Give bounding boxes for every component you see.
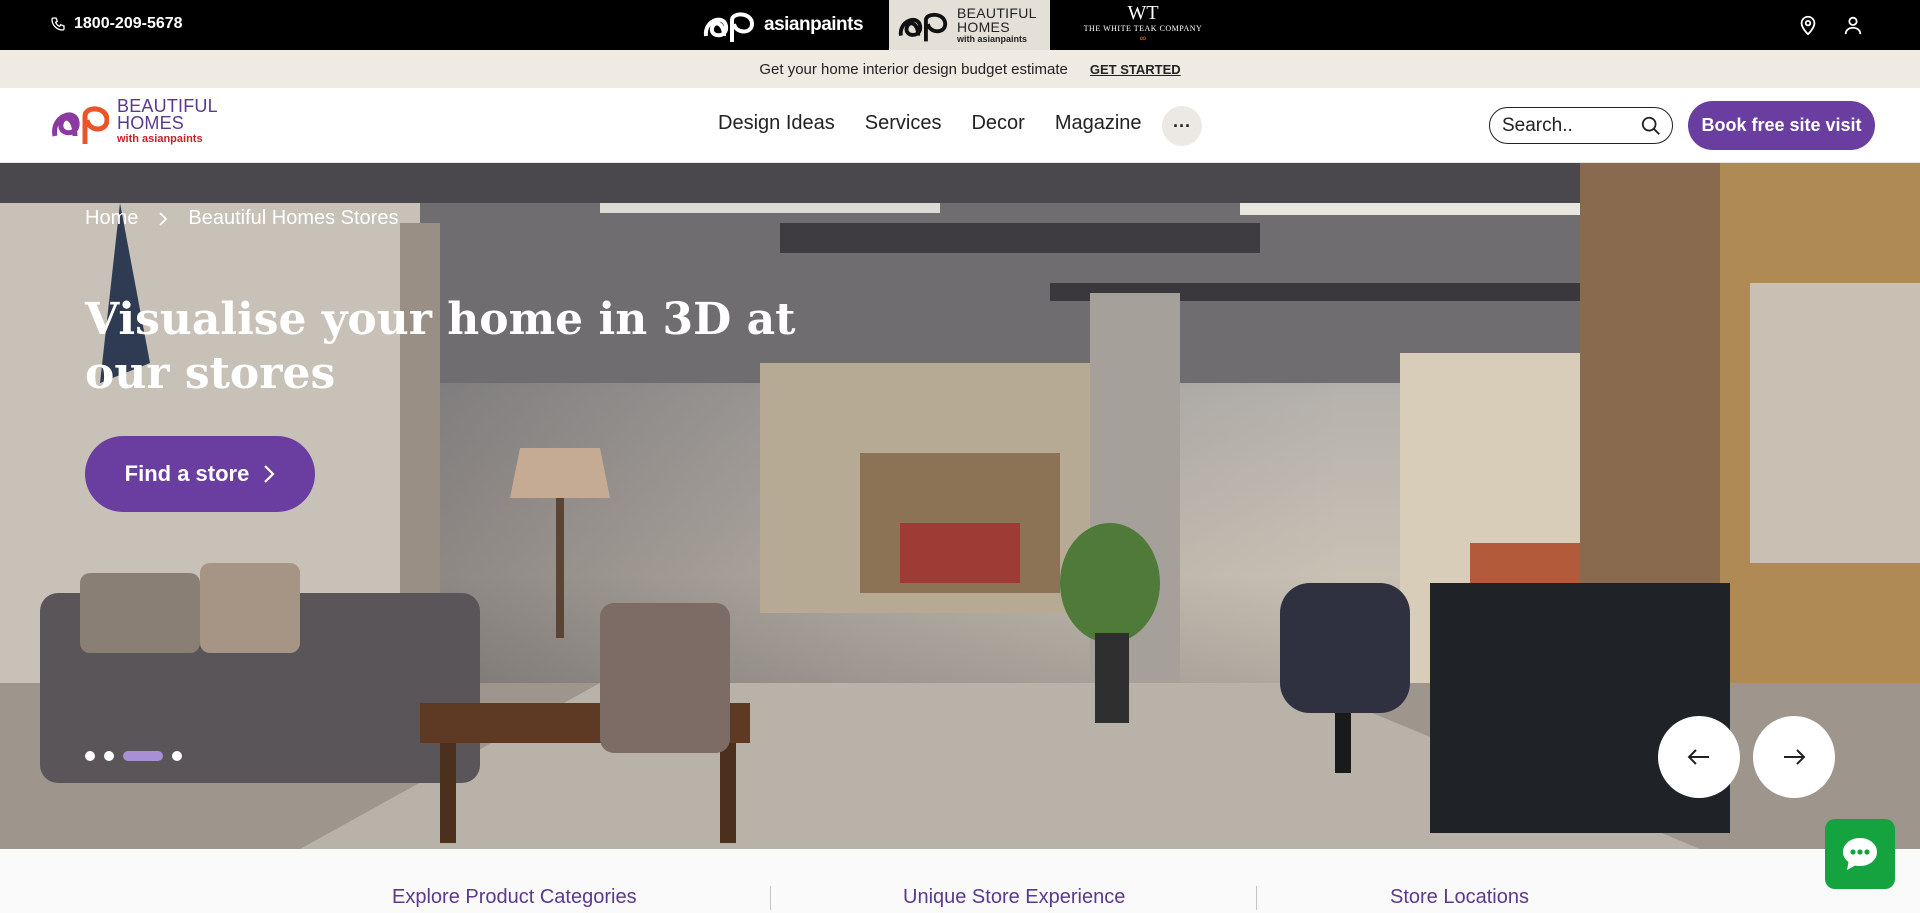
hero-banner: Home Beautiful Homes Stores Visualise yo… bbox=[0, 163, 1920, 849]
search-input[interactable] bbox=[1502, 114, 1632, 137]
asianpaints-logo-icon bbox=[703, 12, 755, 42]
bh-tab-line2: HOMES bbox=[957, 19, 1010, 35]
carousel-dots bbox=[85, 751, 182, 761]
tab-store-locations[interactable]: Store Locations bbox=[1390, 886, 1529, 909]
find-store-button[interactable]: Find a store bbox=[85, 436, 315, 512]
logo-line2: HOMES bbox=[117, 113, 185, 133]
wtc-name: THE WHITE TEAK COMPANY bbox=[1083, 24, 1203, 33]
find-store-label: Find a store bbox=[124, 461, 250, 486]
search-icon[interactable] bbox=[1640, 115, 1662, 137]
book-site-visit-button[interactable]: Book free site visit bbox=[1688, 101, 1875, 150]
promo-strip: Get your home interior design budget est… bbox=[0, 50, 1920, 88]
arrow-right-icon bbox=[1784, 749, 1806, 765]
logo-line3: with asianpaints bbox=[117, 133, 203, 145]
promo-text: Get your home interior design budget est… bbox=[759, 60, 1068, 78]
carousel-dot[interactable] bbox=[85, 751, 95, 761]
tab-divider bbox=[1256, 886, 1257, 910]
chat-button[interactable] bbox=[1825, 819, 1895, 889]
phone-number: 1800-209-5678 bbox=[74, 15, 183, 32]
chevron-right-icon bbox=[159, 211, 168, 226]
site-logo[interactable]: BEAUTIFUL HOMES with asianpaints bbox=[49, 97, 218, 146]
carousel-dot[interactable] bbox=[104, 751, 114, 761]
white-teak-brand-link[interactable]: WT THE WHITE TEAK COMPANY ∞ bbox=[1083, 2, 1203, 48]
nav-magazine[interactable]: Magazine bbox=[1055, 112, 1142, 135]
carousel-dot-active[interactable] bbox=[123, 751, 163, 761]
beautiful-homes-brand-tab[interactable]: BEAUTIFUL HOMES with asianpaints bbox=[889, 0, 1050, 50]
phone-link[interactable]: 1800-209-5678 bbox=[50, 15, 183, 33]
carousel-dot[interactable] bbox=[172, 751, 182, 761]
user-icon[interactable] bbox=[1842, 14, 1864, 36]
phone-icon bbox=[51, 17, 65, 31]
breadcrumb-home[interactable]: Home bbox=[85, 207, 138, 230]
nav-decor[interactable]: Decor bbox=[971, 112, 1024, 135]
more-menu-button[interactable]: ··· bbox=[1162, 106, 1202, 146]
nav-services[interactable]: Services bbox=[865, 112, 942, 135]
breadcrumb-current: Beautiful Homes Stores bbox=[188, 207, 399, 229]
get-started-link[interactable]: GET STARTED bbox=[1090, 62, 1181, 77]
carousel-prev-button[interactable] bbox=[1658, 716, 1740, 798]
hero-title: Visualise your home in 3D at our stores bbox=[85, 294, 796, 399]
tab-explore-product-categories[interactable]: Explore Product Categories bbox=[392, 886, 637, 909]
tab-unique-store-experience[interactable]: Unique Store Experience bbox=[903, 886, 1125, 909]
carousel-next-button[interactable] bbox=[1753, 716, 1835, 798]
top-bar: 1800-209-5678 asianpaints BEAUTIFUL HOME… bbox=[0, 0, 1920, 50]
asianpaints-label: asianpaints bbox=[764, 14, 864, 35]
primary-menu: Design Ideas Services Decor Magazine bbox=[718, 112, 1142, 135]
location-icon[interactable] bbox=[1797, 14, 1819, 36]
wtc-monogram: WT bbox=[1127, 2, 1159, 24]
beautiful-homes-logo-icon bbox=[52, 106, 109, 144]
asianpaints-brand-link[interactable]: asianpaints bbox=[702, 6, 864, 44]
beautiful-homes-logo-icon bbox=[898, 12, 948, 42]
bh-tab-line3: with asianpaints bbox=[957, 34, 1028, 44]
arrow-left-icon bbox=[1687, 749, 1709, 765]
chevron-right-icon bbox=[264, 465, 275, 483]
search-box bbox=[1489, 107, 1673, 144]
bh-tab-line1: BEAUTIFUL bbox=[957, 5, 1037, 21]
wtc-ap-mark-icon: ∞ bbox=[1139, 33, 1147, 43]
section-tabs: Explore Product Categories Unique Store … bbox=[0, 849, 1920, 913]
breadcrumb: Home Beautiful Homes Stores bbox=[85, 207, 398, 230]
main-nav: BEAUTIFUL HOMES with asianpaints Design … bbox=[0, 88, 1920, 163]
chat-bubble-icon bbox=[1843, 838, 1877, 870]
tab-divider bbox=[770, 886, 771, 910]
nav-design-ideas[interactable]: Design Ideas bbox=[718, 112, 835, 135]
